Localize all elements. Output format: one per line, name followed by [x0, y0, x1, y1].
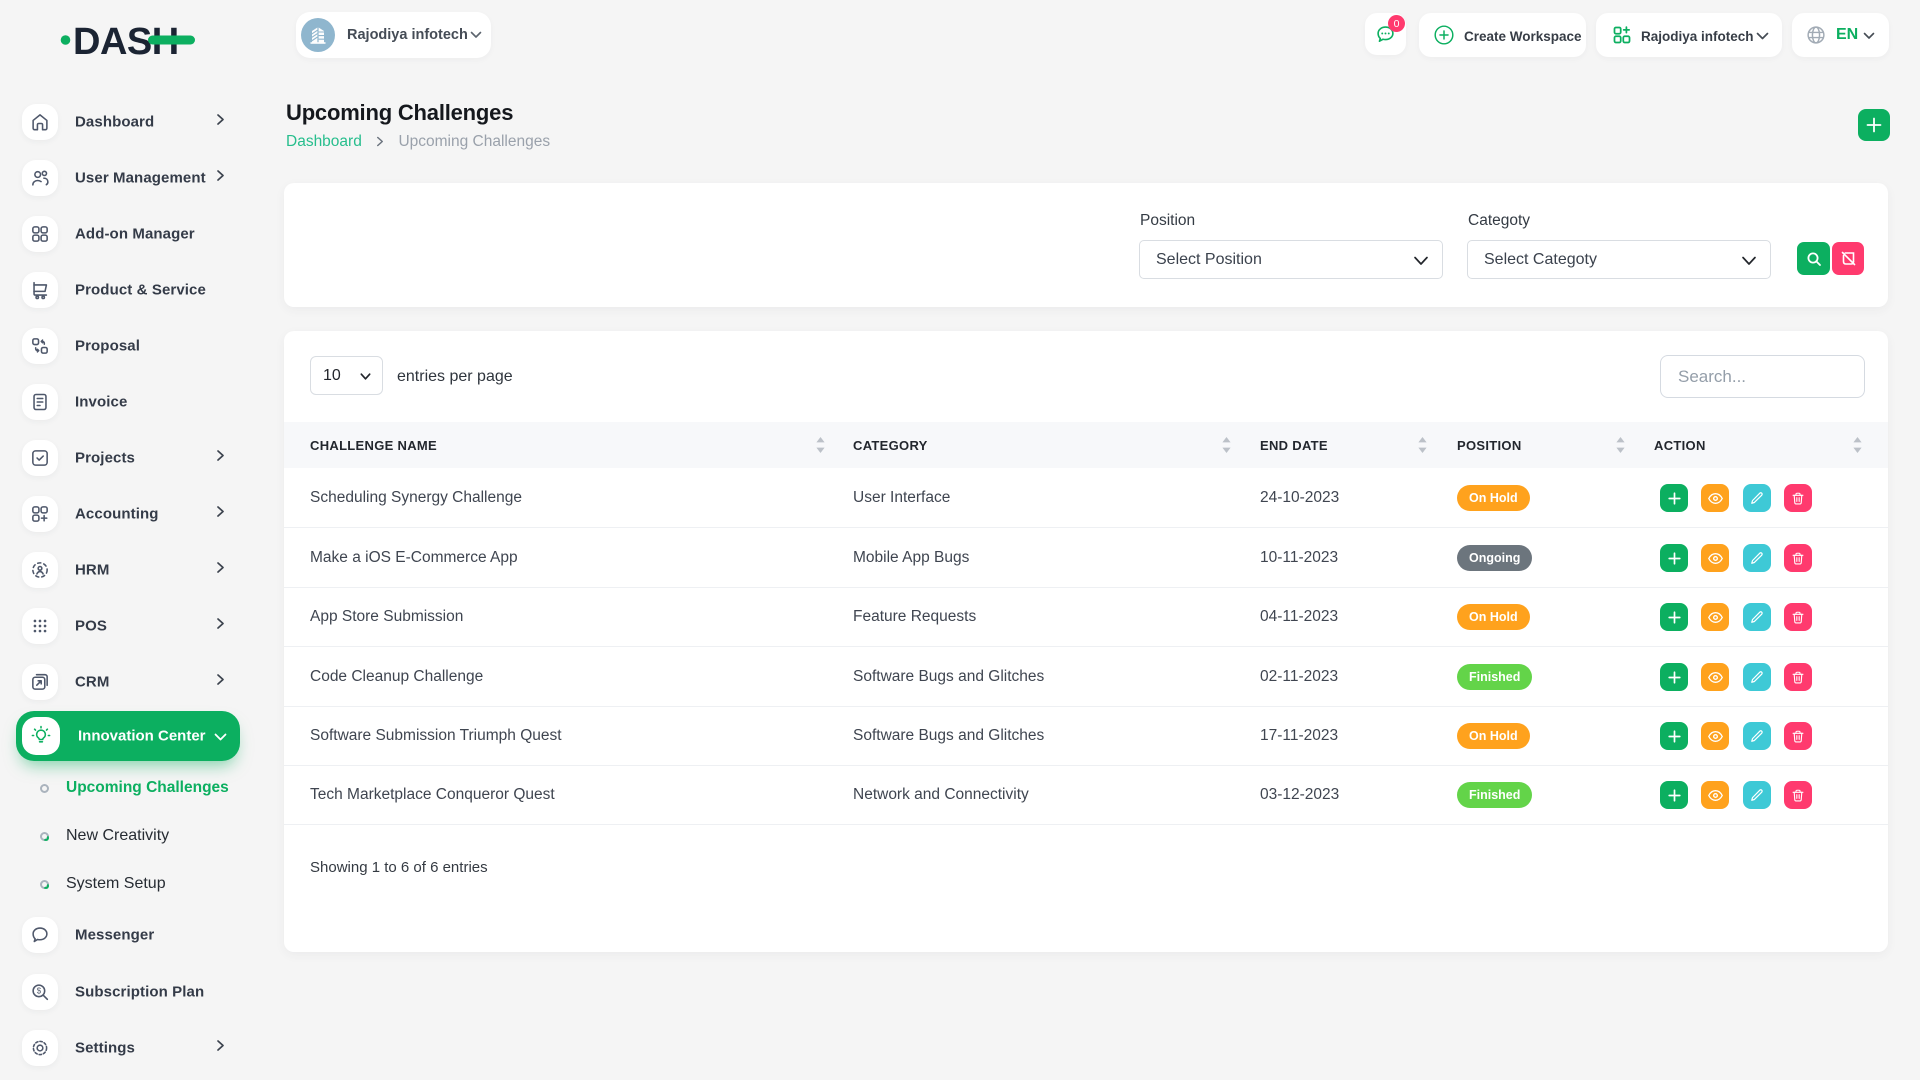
svg-text:$: $ — [37, 986, 42, 995]
